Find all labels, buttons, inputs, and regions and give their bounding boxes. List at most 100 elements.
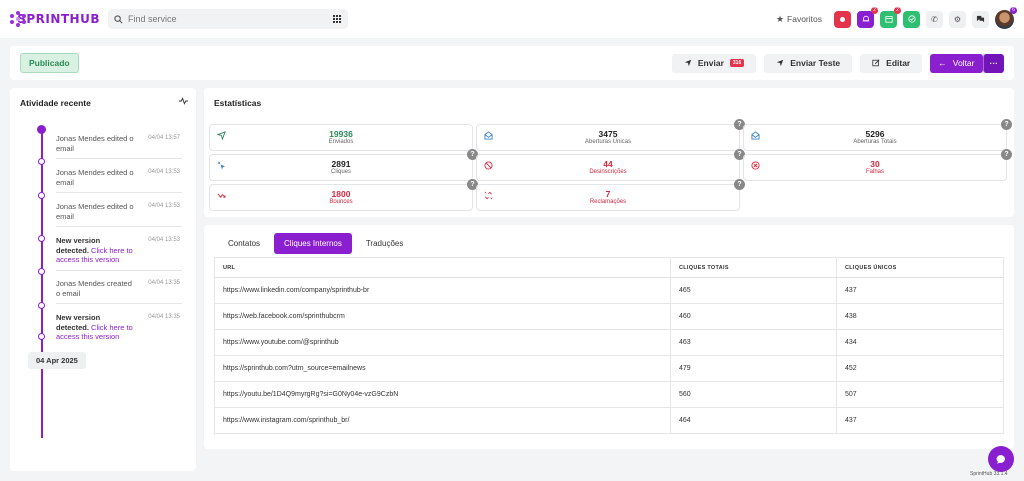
timeline-dot [38,333,45,340]
activity-time: 04/04 13:35 [148,280,180,286]
stat-value: 5296 [865,129,885,139]
help-icon[interactable]: ? [734,179,745,190]
url-cell: https://web.facebook.com/sprinthubcrm [214,303,671,330]
more-options-button[interactable]: ··· [982,53,1004,73]
activity-divider [56,192,182,193]
search-input[interactable] [128,14,328,24]
favorites-button[interactable]: ★ Favoritos [776,14,822,25]
avatar-badge: 6 [1010,6,1017,14]
timeline-line [41,128,43,438]
calendar-button[interactable]: 2 [880,6,901,28]
search-icon [114,14,123,23]
stat-value: 1800 [331,189,351,199]
table-row: https://www.youtube.com/@sprinthub 463 4… [214,329,1004,356]
back-label: Voltar [952,58,975,68]
apps-grid-icon[interactable] [333,14,342,24]
record-button[interactable] [834,10,851,28]
send-test-button[interactable]: Enviar Teste [764,53,853,73]
table-row: https://youtu.be/1D4Q9myrgRg?si=G0Ny04e-… [214,381,1004,408]
stat-value: 3475 [598,129,618,139]
notifications-button[interactable]: 2 [857,6,878,28]
total-clicks-cell: 460 [670,303,837,330]
search-box[interactable] [108,9,348,29]
links-panel: Contatos Cliques Internos Traduções URL … [204,225,1014,449]
unique-clicks-cell: 437 [836,277,1004,304]
send-button[interactable]: Enviar 316 [671,53,757,73]
send-count-badge: 316 [729,59,745,67]
stat-value: 2891 [331,159,351,169]
unique-clicks-cell: 438 [836,303,1004,330]
column-header-total-clicks[interactable]: CLIQUES TOTAIS [670,257,837,278]
stat-label: Reclamações [589,199,627,205]
stat-label: Desinscrições [589,169,627,175]
timeline-dot [38,158,45,165]
edit-icon [872,59,880,67]
help-icon[interactable]: ? [1001,119,1012,130]
send-icon [684,59,692,67]
stat-value: 44 [603,159,613,169]
stat-card-clicks: 2891 Cliques ? [209,149,478,181]
activity-divider [56,226,182,227]
tab-translations[interactable]: Traduções [356,233,414,254]
total-clicks-cell: 465 [670,277,837,304]
timeline-dot [37,125,46,134]
phone-icon: ✆ [931,14,938,24]
stat-card-sent: 19936 Enviados [209,124,473,151]
edit-label: Editar [886,58,911,68]
activity-item: Jonas Mendes edited o email 04/04 13:53 [56,202,188,221]
support-chat-button[interactable] [988,446,1014,472]
activity-time: 04/04 13:57 [148,135,180,141]
timeline-dot [38,268,45,275]
activity-divider [56,303,182,304]
stat-label: Aberturas Únicas [584,139,632,145]
activity-divider [56,270,182,271]
chat-bubble-icon [996,454,1005,464]
settings-button[interactable]: ⚙ [949,10,966,28]
timeline-dot [38,235,45,242]
star-icon: ★ [775,13,785,24]
phone-button[interactable]: ✆ [926,10,943,28]
logo[interactable]: SPRINTHUB [10,11,100,27]
url-cell: https://www.instagram.com/sprinthub_br/ [214,407,671,434]
unique-clicks-cell: 452 [836,355,1004,382]
activity-item: Jonas Mendes edited o email 04/04 13:53 [56,168,188,187]
stat-card-complaints: 7 Reclamações ? [476,179,745,211]
stat-label: Falhas [865,169,884,175]
stat-label: Cliques [330,169,351,175]
stat-card-unsubscribes: 44 Desinscrições ? [476,149,745,181]
activity-time: 04/04 13:53 [148,237,180,243]
edit-button[interactable]: Editar [860,53,923,73]
activity-text: Jonas Mendes edited o email [56,168,134,187]
activity-item: New version detected. Click here to acce… [56,236,188,265]
chat-button[interactable] [972,10,989,28]
help-icon[interactable]: ? [1001,149,1012,160]
column-header-url[interactable]: URL [214,257,671,278]
stat-label: Bounces [329,199,353,205]
stat-value: 30 [870,159,880,169]
record-icon [840,16,845,22]
tab-internal-clicks[interactable]: Cliques Internos [274,233,352,254]
chat-bubbles-icon [976,15,985,23]
tab-contacts[interactable]: Contatos [218,233,270,254]
activity-item: New version detected. Click here to acce… [56,313,188,342]
send-test-label: Enviar Teste [790,58,841,68]
table-row: https://web.facebook.com/sprinthubcrm 46… [214,303,1004,330]
calendar-icon [884,16,893,23]
activity-divider [56,158,182,159]
calendar-badge: 2 [894,6,901,14]
column-header-unique-clicks[interactable]: CLIQUES ÚNICOS [836,257,1004,278]
activity-pulse-icon[interactable] [179,97,188,105]
url-cell: https://www.youtube.com/@sprinthub [214,329,671,356]
user-avatar[interactable]: 6 [995,6,1017,29]
stat-card-failures: 30 Falhas ? [743,149,1012,181]
stat-card-total-opens: 5296 Aberturas Totais ? [743,119,1012,151]
recent-activity-title: Atividade recente [20,98,91,108]
back-button[interactable]: ← Voltar [930,53,983,73]
timeline-dot [38,302,45,309]
total-clicks-cell: 560 [670,381,837,408]
url-cell: https://www.linkedin.com/company/sprinth… [214,277,671,304]
total-clicks-cell: 463 [670,329,837,356]
tasks-button[interactable] [903,10,920,28]
activity-time: 04/04 13:53 [148,203,180,209]
gear-icon: ⚙ [953,14,962,24]
